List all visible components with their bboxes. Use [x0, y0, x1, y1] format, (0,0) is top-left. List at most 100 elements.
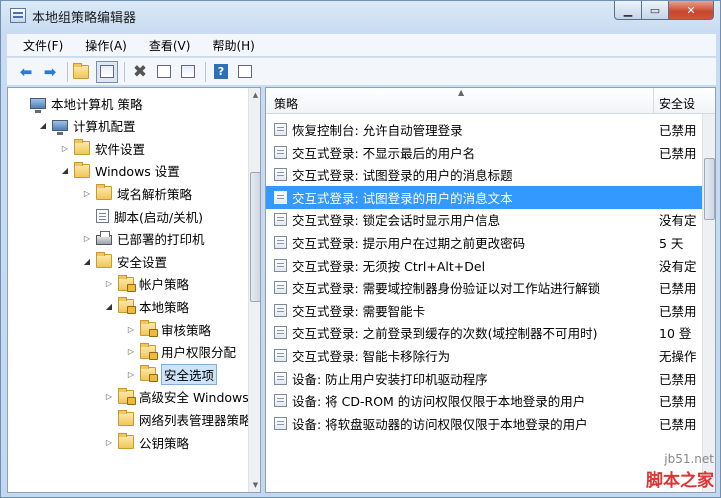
- collapsed-arrow-icon[interactable]: ▷: [126, 325, 136, 334]
- properties-button[interactable]: [153, 61, 175, 83]
- policy-name: 设备: 防止用户安装打印机驱动程序: [292, 371, 488, 387]
- tree-item[interactable]: 脚本(启动/关机): [82, 205, 203, 227]
- expanded-arrow-icon[interactable]: ◢: [104, 302, 114, 311]
- list-scrollbar-thumb[interactable]: [704, 158, 715, 220]
- help-button[interactable]: ?: [210, 61, 232, 83]
- list-header: 策略 ▲ 安全设: [266, 88, 715, 114]
- tree-item[interactable]: ▷ 用户权限分配: [126, 341, 236, 363]
- policy-name: 恢复控制台: 允许自动管理登录: [292, 123, 463, 138]
- policy-setting-icon: [274, 123, 287, 136]
- show-hide-tree-button[interactable]: [96, 60, 118, 83]
- tree-item[interactable]: ▷ 软件设置: [60, 137, 145, 159]
- printer-icon: [96, 231, 112, 246]
- column-header-policy[interactable]: 策略 ▲: [266, 88, 654, 114]
- expanded-arrow-icon[interactable]: ◢: [38, 121, 48, 130]
- menu-file[interactable]: 文件(F): [7, 34, 71, 56]
- tree-item-label: 本地策略: [139, 299, 190, 315]
- extended-view-icon: [238, 65, 252, 78]
- collapsed-arrow-icon[interactable]: ▷: [104, 279, 114, 288]
- up-button[interactable]: [72, 61, 94, 83]
- tree-item[interactable]: ▷ 安全选项: [126, 363, 218, 385]
- tree-item[interactable]: ▷ 帐户策略: [104, 273, 189, 295]
- tree-item-label: 计算机配置: [73, 119, 136, 135]
- policy-list-pane[interactable]: 策略 ▲ 安全设 恢复控制台: 允许自动管理登录 已禁用 交互式登录: 不显示最后的…: [265, 87, 716, 493]
- menu-action[interactable]: 操作(A): [71, 34, 135, 56]
- export-list-button[interactable]: [177, 61, 199, 83]
- tree-item[interactable]: ◢ 本地策略: [104, 295, 189, 317]
- policy-setting-icon: [274, 326, 287, 340]
- tree-item[interactable]: ▷ 审核策略: [126, 318, 211, 340]
- toolbar-separator: [124, 61, 125, 82]
- policy-row[interactable]: 交互式登录: 需要智能卡 已禁用: [266, 299, 715, 322]
- tree-item[interactable]: 本地计算机 策略: [16, 92, 142, 114]
- tree-item[interactable]: ◢ 安全设置: [82, 250, 167, 272]
- title-bar[interactable]: 本地组策略编辑器 ▁ ▭ ✕: [1, 1, 720, 31]
- scroll-up-icon[interactable]: ▲: [249, 88, 260, 102]
- policy-setting-icon: [274, 416, 287, 430]
- tree-item[interactable]: ▷ 高级安全 Windows: [104, 386, 249, 408]
- tree-scrollbar-thumb[interactable]: [250, 172, 260, 302]
- properties-icon: [157, 65, 171, 78]
- policy-row[interactable]: 交互式登录: 锁定会话时显示用户信息 没有定: [266, 208, 715, 231]
- tree-item[interactable]: ▷ 域名解析策略: [82, 182, 192, 204]
- policy-row[interactable]: 交互式登录: 无须按 Ctrl+Alt+Del 没有定: [266, 254, 715, 277]
- policy-row[interactable]: 交互式登录: 试图登录的用户的消息文本: [266, 185, 715, 209]
- policy-setting-icon: [274, 303, 287, 317]
- back-button[interactable]: ⬅: [15, 61, 37, 83]
- help-icon: ?: [214, 64, 228, 79]
- policy-setting-icon: [274, 213, 287, 227]
- policy-row[interactable]: 交互式登录: 需要域控制器身份验证以对工作站进行解锁 已禁用: [266, 276, 715, 299]
- policy-row[interactable]: 设备: 将 CD-ROM 的访问权限仅限于本地登录的用户 已禁用: [266, 389, 715, 412]
- maximize-button[interactable]: ▭: [642, 1, 669, 20]
- collapsed-arrow-icon[interactable]: ▷: [126, 347, 136, 356]
- policy-setting-value: 无操作: [659, 349, 697, 364]
- tree-item[interactable]: ◢ Windows 设置: [60, 160, 180, 182]
- policy-setting-icon: [274, 371, 287, 385]
- menu-bar: 文件(F) 操作(A) 查看(V) 帮助(H): [7, 34, 716, 56]
- policy-row[interactable]: 交互式登录: 提示用户在过期之前更改密码 5 天: [266, 231, 715, 254]
- tree-item[interactable]: ▷ 已部署的打印机: [82, 228, 205, 250]
- policy-row[interactable]: 交互式登录: 智能卡移除行为 无操作: [266, 344, 715, 367]
- collapsed-arrow-icon[interactable]: ▷: [104, 392, 114, 401]
- tree-item[interactable]: ▷ 公钥策略: [104, 431, 189, 453]
- locked-folder-icon: [118, 274, 136, 292]
- collapsed-arrow-icon[interactable]: ▷: [126, 370, 136, 379]
- column-header-setting[interactable]: 安全设: [655, 88, 715, 114]
- menu-help[interactable]: 帮助(H): [198, 34, 262, 56]
- computer-icon: [52, 120, 68, 136]
- tree-item-label: 高级安全 Windows: [139, 390, 249, 406]
- list-scrollbar[interactable]: [702, 114, 715, 492]
- tree-item[interactable]: 网络列表管理器策略: [104, 408, 252, 430]
- tree-scrollbar[interactable]: ▲ ▼: [248, 88, 260, 492]
- tree-pane[interactable]: 本地计算机 策略 ◢ 计算机配置 ▷ 软件设置 ◢ Windows 设置 ▷ 域名解析策略 脚本(…: [7, 87, 261, 493]
- window: 本地组策略编辑器 ▁ ▭ ✕ 文件(F) 操作(A) 查看(V) 帮助(H) ⬅…: [0, 0, 721, 498]
- policy-row[interactable]: 交互式登录: 试图登录的用户的消息标题: [266, 163, 715, 186]
- expanded-arrow-icon[interactable]: ◢: [60, 166, 70, 175]
- collapsed-arrow-icon[interactable]: ▷: [82, 189, 92, 198]
- policy-row[interactable]: 恢复控制台: 允许自动管理登录 已禁用: [266, 118, 715, 141]
- policy-row[interactable]: 交互式登录: 不显示最后的用户名 已禁用: [266, 141, 715, 164]
- tree-item-label: 网络列表管理器策略: [139, 412, 252, 428]
- policy-setting-value: 已禁用: [659, 303, 697, 319]
- toolbar-separator: [67, 61, 68, 82]
- forward-arrow-icon: ➡: [43, 62, 57, 81]
- minimize-button[interactable]: ▁: [614, 1, 642, 20]
- locked-folder-icon: [140, 320, 158, 337]
- collapsed-arrow-icon[interactable]: ▷: [82, 234, 92, 243]
- collapsed-arrow-icon[interactable]: ▷: [104, 438, 114, 447]
- extended-view-button[interactable]: [234, 61, 256, 83]
- policy-row[interactable]: 设备: 防止用户安装打印机驱动程序 已禁用: [266, 367, 715, 390]
- up-folder-icon: [72, 62, 89, 79]
- policy-row[interactable]: 交互式登录: 之前登录到缓存的次数(域控制器不可用时) 10 登: [266, 321, 715, 344]
- tree-item[interactable]: ◢ 计算机配置: [38, 115, 136, 137]
- scroll-down-icon[interactable]: ▼: [249, 478, 260, 492]
- collapsed-arrow-icon[interactable]: ▷: [60, 144, 70, 153]
- menu-view[interactable]: 查看(V): [135, 34, 199, 56]
- forward-button[interactable]: ➡: [39, 61, 61, 83]
- delete-button[interactable]: ✖: [129, 61, 151, 83]
- close-icon: ✕: [686, 3, 696, 17]
- expanded-arrow-icon[interactable]: ◢: [82, 257, 92, 266]
- policy-row[interactable]: 设备: 将软盘驱动器的访问权限仅限于本地登录的用户 已禁用: [266, 412, 715, 435]
- policy-setting-value: 没有定: [659, 213, 697, 229]
- close-button[interactable]: ✕: [669, 1, 714, 20]
